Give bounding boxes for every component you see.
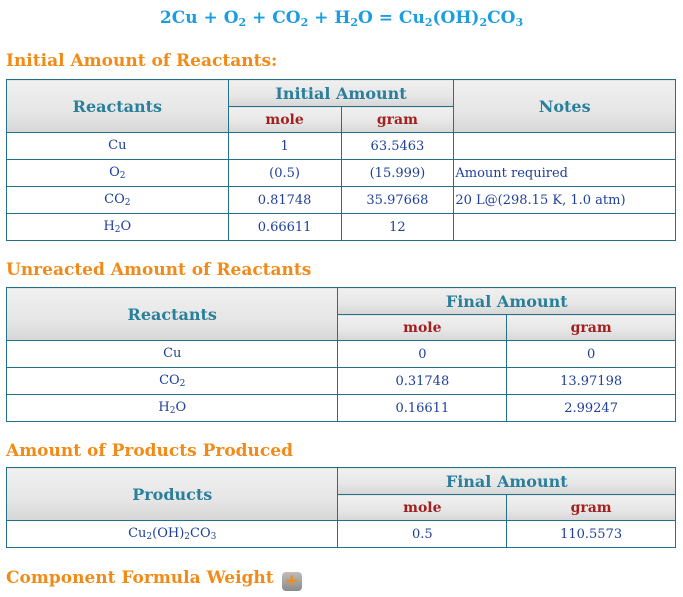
reactant-name: Cu xyxy=(6,132,229,160)
header-final-amount: Final Amount xyxy=(337,287,676,315)
component-section: Component Formula Weight + xyxy=(6,568,302,591)
note-value xyxy=(453,213,676,241)
mole-value: 0.66611 xyxy=(227,213,342,241)
initial-amount-table: Reactants Initial Amount Notes mole gram… xyxy=(6,79,676,241)
eq-part: 2Cu + O xyxy=(159,8,239,28)
header-gram: gram xyxy=(340,106,455,133)
note-value: Amount required xyxy=(453,159,676,187)
gram-value: 13.97198 xyxy=(506,367,676,395)
gram-value: 0 xyxy=(506,340,676,368)
table-row: CO2 0.31748 13.97198 xyxy=(5,367,676,395)
header-gram: gram xyxy=(506,314,676,341)
header-gram: gram xyxy=(506,494,676,521)
reactant-name: CO2 xyxy=(6,186,229,214)
table-row: Cu 0 0 xyxy=(5,340,676,368)
mole-value: 0.5 xyxy=(337,520,508,548)
header-reactants: Reactants xyxy=(6,79,229,133)
gram-value: 2.99247 xyxy=(506,394,676,422)
header-mole: mole xyxy=(227,106,342,133)
component-section-title: Component Formula Weight xyxy=(6,568,274,588)
unreacted-section-title: Unreacted Amount of Reactants xyxy=(6,260,312,280)
eq-part: CO xyxy=(487,8,516,28)
product-name: Cu2(OH)2CO3 xyxy=(5,520,339,548)
plus-icon: + xyxy=(284,571,299,591)
table-row: O2 (0.5) (15.999) Amount required xyxy=(6,159,676,187)
header-notes: Notes xyxy=(453,79,676,133)
reaction-equation: 2Cu + O2 + CO2 + H2O = Cu2(OH)2CO3 xyxy=(0,8,683,29)
header-final-amount: Final Amount xyxy=(337,467,676,495)
mole-value: 0.16611 xyxy=(337,394,508,422)
header-products: Products xyxy=(5,467,339,521)
mole-value: 1 xyxy=(227,132,342,160)
eq-part: O = Cu xyxy=(358,8,425,28)
header-mole: mole xyxy=(337,314,508,341)
gram-value: (15.999) xyxy=(340,159,455,187)
products-table: Products Final Amount mole gram Cu2(OH)2… xyxy=(5,467,676,548)
eq-sub: 2 xyxy=(350,16,359,29)
header-initial-amount: Initial Amount xyxy=(227,79,455,107)
mole-value: 0 xyxy=(337,340,508,368)
expand-button[interactable]: + xyxy=(281,571,302,591)
eq-part: (OH) xyxy=(432,8,480,28)
reactant-name: Cu xyxy=(5,340,339,368)
reactant-name: O2 xyxy=(6,159,229,187)
gram-value: 63.5463 xyxy=(340,132,455,160)
mole-value: 0.31748 xyxy=(337,367,508,395)
table-row: H2O 0.16611 2.99247 xyxy=(5,394,676,422)
reactant-name: CO2 xyxy=(5,367,339,395)
header-reactants: Reactants xyxy=(5,287,339,341)
gram-value: 12 xyxy=(340,213,455,241)
note-value: 20 L@(298.15 K, 1.0 atm) xyxy=(453,186,676,214)
eq-part: + H xyxy=(308,8,351,28)
eq-sub: 2 xyxy=(479,16,488,29)
eq-sub: 3 xyxy=(515,16,524,29)
table-row: Cu2(OH)2CO3 0.5 110.5573 xyxy=(5,520,676,548)
header-mole: mole xyxy=(337,494,508,521)
reactant-name: H2O xyxy=(5,394,339,422)
mole-value: 0.81748 xyxy=(227,186,342,214)
table-row: CO2 0.81748 35.97668 20 L@(298.15 K, 1.0… xyxy=(6,186,676,214)
mole-value: (0.5) xyxy=(227,159,342,187)
eq-part: + CO xyxy=(246,8,301,28)
note-value xyxy=(453,132,676,160)
unreacted-amount-table: Reactants Final Amount mole gram Cu 0 0 … xyxy=(5,287,676,422)
eq-sub: 2 xyxy=(238,16,247,29)
gram-value: 35.97668 xyxy=(340,186,455,214)
initial-section-title: Initial Amount of Reactants: xyxy=(6,51,278,71)
table-row: H2O 0.66611 12 xyxy=(6,213,676,241)
reactant-name: H2O xyxy=(6,213,229,241)
products-section-title: Amount of Products Produced xyxy=(6,441,293,461)
table-row: Cu 1 63.5463 xyxy=(6,132,676,160)
gram-value: 110.5573 xyxy=(506,520,676,548)
